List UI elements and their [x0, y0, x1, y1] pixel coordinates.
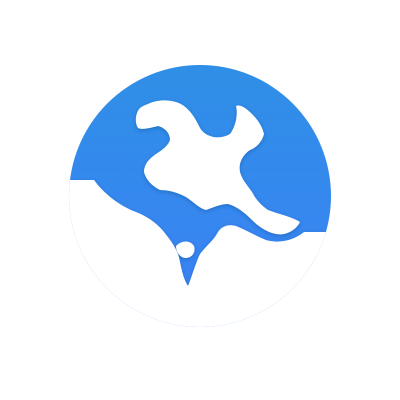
globe-icon[interactable] [0, 0, 400, 400]
globe-svg [69, 65, 331, 327]
icon-canvas [0, 0, 400, 400]
